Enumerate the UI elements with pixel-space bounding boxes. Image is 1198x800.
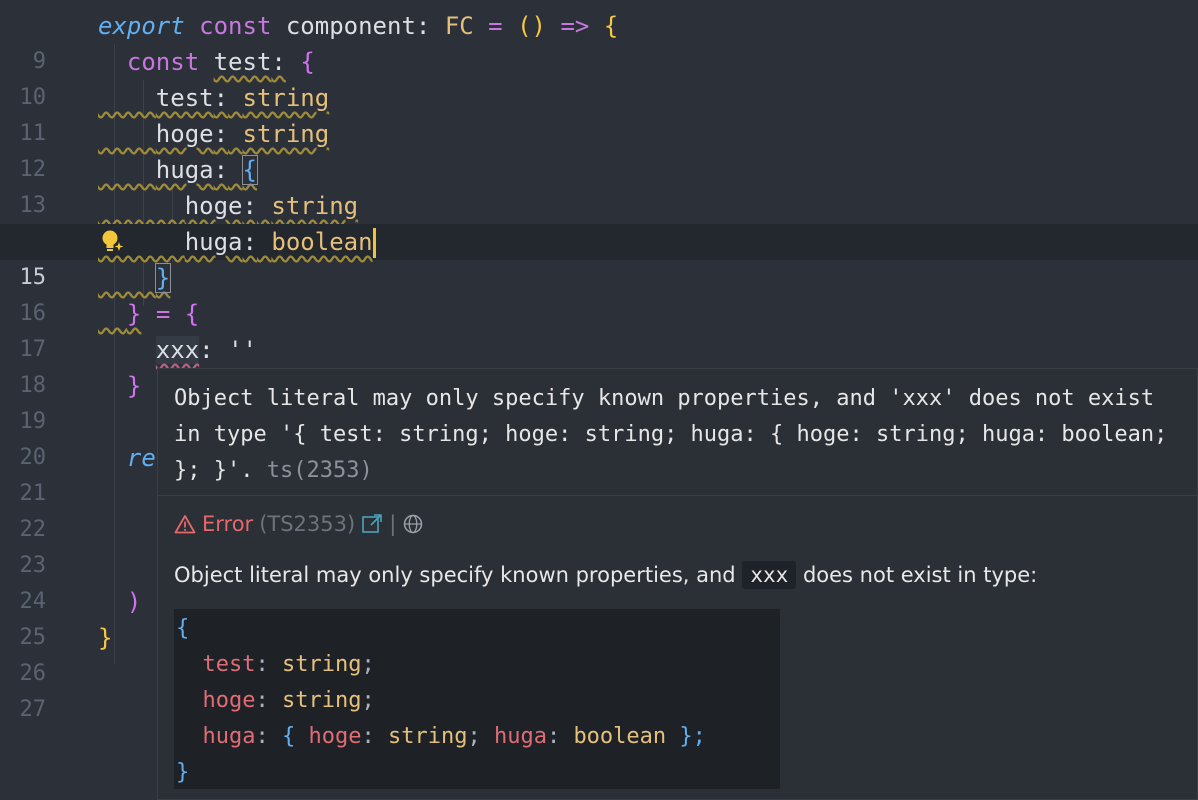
code-text: xxx: '' [155,336,257,364]
code-line-current[interactable]: 15 huga: boolean [0,224,1198,290]
inline-code: xxx [742,561,797,589]
line-number: 27 [19,697,47,722]
code-line[interactable]: 9 export const component: FC = () => { [0,8,1198,74]
code-text: hoge: string [155,120,330,148]
code-text: huga: boolean [98,224,376,260]
error-label: Error [202,512,254,536]
code-text: huga: { [155,155,258,185]
code-line[interactable]: 11 test: string [0,80,1198,146]
code-text: ) [126,588,142,616]
external-link-icon[interactable] [361,513,383,535]
code-line[interactable]: 12 hoge: string [0,116,1198,182]
code-text: } [98,260,172,296]
warning-icon [174,515,196,534]
matched-bracket: { [241,155,258,185]
lightbulb-icon[interactable] [100,229,124,255]
code-line[interactable]: 14 hoge: string [0,188,1198,254]
code-text: } [98,624,113,652]
error-header: Error (TS2353) | [174,509,424,539]
hover-signature: Object literal may only specify known pr… [174,381,1184,489]
code-text: const test: { [126,48,315,76]
code-text: test: string [155,84,330,112]
code-line[interactable]: 18 xxx: '' [0,332,1198,398]
divider [158,495,1197,496]
text-cursor [372,228,376,258]
code-line[interactable]: 10 const test: { [0,44,1198,110]
code-line[interactable]: 16 } [0,260,1198,326]
globe-icon[interactable] [402,513,424,535]
matched-bracket: } [154,263,172,293]
error-message: Object literal may only specify known pr… [174,561,1038,589]
code-line[interactable]: 17 } = { [0,296,1198,362]
code-text: hoge: string [184,192,359,220]
code-text: re [126,444,156,472]
hover-tooltip[interactable]: Object literal may only specify known pr… [157,368,1198,800]
code-text: } = { [126,300,200,328]
code-text: export const component: FC = () => { [98,12,619,40]
diagnostic-code-tag: ts(2353) [266,458,373,483]
error-token: xxx [155,336,200,364]
code-line[interactable]: 13 huga: { [0,152,1198,218]
type-code-block: { test: string; hoge: string; huga: { ho… [174,609,780,789]
code-text: } [126,372,142,400]
error-code: (TS2353) [259,512,356,536]
separator: | [389,512,397,536]
